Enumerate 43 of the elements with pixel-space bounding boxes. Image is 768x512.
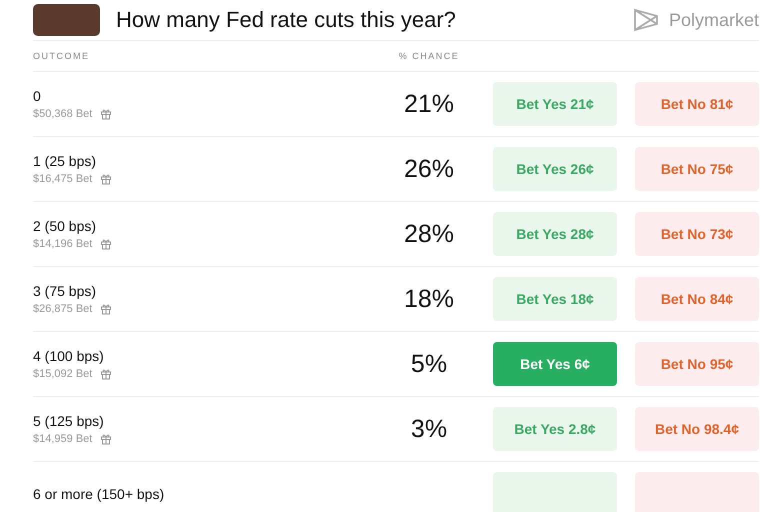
gift-icon <box>100 368 112 380</box>
outcome-label: 4 (100 bps) <box>33 348 105 364</box>
outcome-label: 5 (125 bps) <box>33 413 105 429</box>
market-title: How many Fed rate cuts this year? <box>116 7 457 33</box>
gift-icon <box>100 303 112 315</box>
outcome-label: 0 <box>33 88 42 104</box>
outcome-label: 2 (50 bps) <box>33 218 98 234</box>
volume-text: $16,475 Bet <box>33 173 92 185</box>
gift-icon <box>100 108 112 120</box>
bet-no-button[interactable]: Bet No 73¢ <box>635 212 759 256</box>
chance-value: 18% <box>402 284 456 314</box>
chance-value: 3% <box>410 414 448 444</box>
chance-value: 26% <box>402 154 456 184</box>
volume-text: $26,875 Bet <box>33 303 92 315</box>
bet-no-button[interactable]: Bet No 75¢ <box>635 147 759 191</box>
photo-placeholder <box>33 4 100 36</box>
volume-text: $15,092 Bet <box>33 368 92 380</box>
chance-value: 28% <box>402 220 456 248</box>
volume-text: $14,959 Bet <box>33 433 92 445</box>
bet-no-button[interactable]: Bet No 81¢ <box>635 82 759 126</box>
volume-text: $50,368 Bet <box>33 108 92 120</box>
column-header: % CHANCE <box>398 51 460 61</box>
outcome-label: 3 (75 bps) <box>33 283 98 299</box>
bet-no-button[interactable]: Bet No 98.4¢ <box>635 407 759 451</box>
gift-icon <box>100 173 112 185</box>
chance-value: 5% <box>410 350 448 378</box>
bet-yes-button[interactable]: Bet Yes 2.8¢ <box>493 407 617 451</box>
logo-icon <box>632 8 659 32</box>
bet-yes-button[interactable]: Bet Yes 18¢ <box>493 277 617 321</box>
bet-yes-button[interactable]: Bet Yes 21¢ <box>493 82 617 126</box>
brand-name: Polymarket <box>668 10 759 30</box>
gift-icon <box>100 433 112 445</box>
outcome-label: 6 or more (150+ bps) <box>33 486 166 502</box>
outcome-label: 1 (25 bps) <box>33 153 98 169</box>
column-header: OUTCOME <box>33 51 90 61</box>
volume-text: $14,196 Bet <box>33 238 92 250</box>
bet-yes-button[interactable]: Bet Yes 6¢ <box>493 342 617 386</box>
bet-no-button[interactable]: Bet No 84¢ <box>635 277 759 321</box>
chance-value: 21% <box>402 90 456 118</box>
bet-yes-button[interactable]: Bet Yes 26¢ <box>493 147 617 191</box>
gift-icon <box>100 238 112 250</box>
bet-no-button[interactable]: Bet No 95¢ <box>635 342 759 386</box>
bet-yes-button[interactable]: Bet Yes 28¢ <box>493 212 617 256</box>
